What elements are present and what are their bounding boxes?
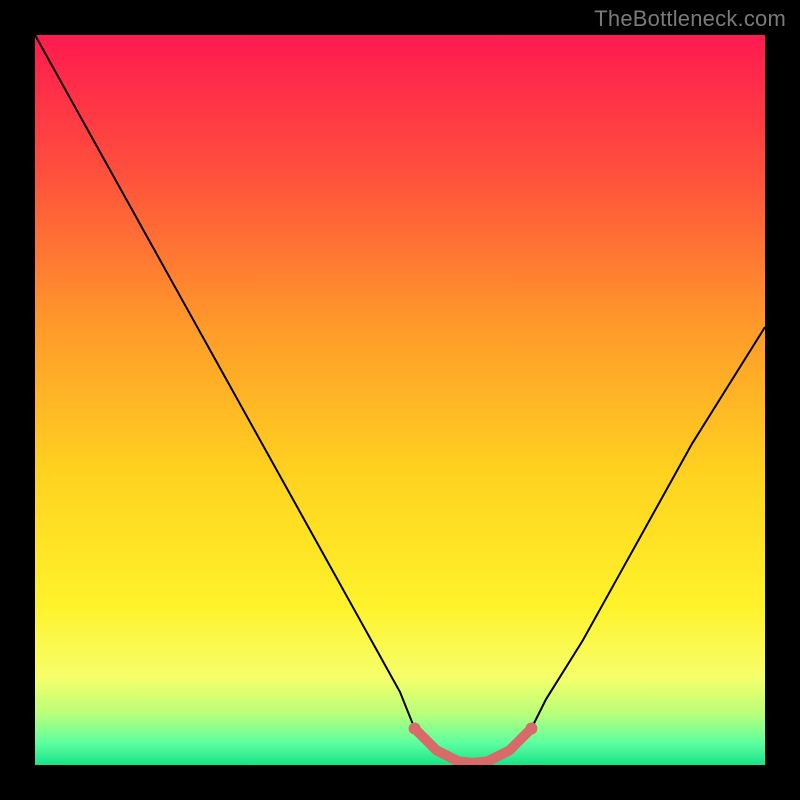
chart-frame: TheBottleneck.com — [0, 0, 800, 800]
watermark-text: TheBottleneck.com — [594, 6, 786, 32]
gradient-background — [35, 35, 765, 765]
flat-band-endpoint-left — [409, 723, 421, 735]
plot-area — [35, 35, 765, 765]
chart-svg — [35, 35, 765, 765]
flat-band-endpoint-right — [525, 723, 537, 735]
